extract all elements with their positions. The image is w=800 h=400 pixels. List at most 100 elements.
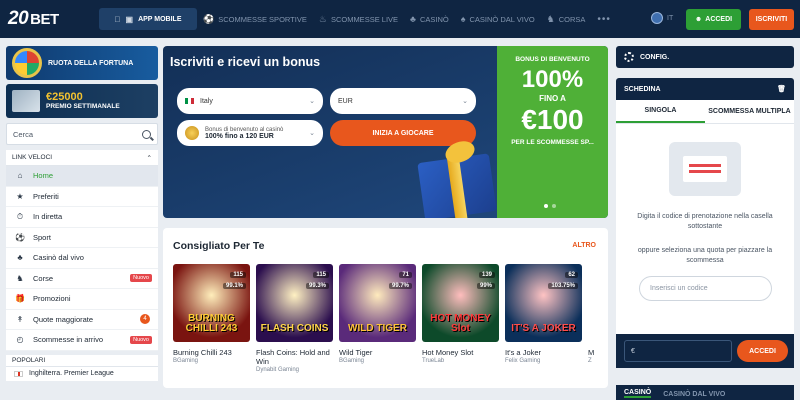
game-provider: BGaming — [173, 358, 199, 364]
rtp-value: 99% — [476, 283, 495, 289]
home-icon: ⌂ — [17, 171, 23, 181]
game-card[interactable]: 62 103.75% IT'S A JOKER It's a Joker Fel… — [505, 264, 582, 373]
sidebar-item-home[interactable]: ⌂ Home — [6, 166, 158, 187]
coin-icon — [185, 126, 199, 140]
game-title: Burning Chilli 243 — [173, 348, 232, 357]
game-card[interactable]: 115 99.1% BURNING CHILLI 243 Burning Chi… — [173, 264, 250, 373]
sidebar-item-favorites[interactable]: ★ Preferiti — [6, 187, 158, 207]
welcome-bonus-panel: BONUS DI BENVENUTO 100% FINO A €100 PER … — [497, 46, 608, 218]
currency-select[interactable]: EUR ⌄ — [330, 88, 476, 114]
game-card[interactable]: 139 99% HOT MONEY Slot Hot Money Slot Tr… — [422, 264, 499, 373]
sidebar-item-sport[interactable]: ⚽ Sport — [6, 228, 158, 248]
nav-live-casino[interactable]: ♠ CASINÒ DAL VIVO — [461, 14, 535, 24]
nav-racing[interactable]: ♞ CORSA — [547, 14, 586, 25]
carousel-dot[interactable] — [552, 204, 556, 208]
count-badge: 4 — [140, 314, 150, 325]
nav-live[interactable]: ♨ SCOMMESSE LIVE — [319, 14, 398, 25]
sidebar-item-label: Scommesse in arrivo — [33, 335, 104, 345]
chevron-up-icon: ⌃ — [146, 154, 152, 162]
banner-title: Iscriviti e ricevi un bonus — [170, 55, 321, 69]
game-art-title: BURNING CHILLI 243 — [185, 313, 238, 334]
game-thumbnail[interactable]: 115 99.3% FLASH COINS — [256, 264, 333, 342]
more-menu-icon[interactable]: ••• — [597, 14, 611, 25]
login-button[interactable]: ☻ ACCEDI — [686, 9, 741, 30]
game-thumbnail[interactable]: 71 99.7% WILD TIGER — [339, 264, 416, 342]
quick-links-title: LINK VELOCI — [12, 154, 53, 161]
weekly-prize-promo[interactable]: €25000 PREMIO SETTIMANALE — [6, 84, 158, 118]
star-icon: ★ — [16, 191, 24, 201]
welcome-bonus-amount: €100 — [521, 104, 584, 135]
stake-bar: € ACCEDI — [616, 334, 794, 368]
england-flag-icon — [14, 370, 23, 377]
game-stats: 71 99.7% — [388, 270, 412, 292]
language-label: IT — [667, 14, 674, 22]
nav-casino[interactable]: ♣ CASINÒ — [410, 14, 449, 24]
bonus-value: 100% fino a 120 EUR — [205, 132, 274, 140]
game-thumbnail[interactable]: 139 99% HOT MONEY Slot — [422, 264, 499, 342]
signup-banner: Iscriviti e ricevi un bonus Italy ⌄ EUR … — [163, 46, 608, 218]
chevron-down-icon: ⌄ — [462, 98, 468, 105]
game-card[interactable]: 115 99.3% FLASH COINS Flash Coins: Hold … — [256, 264, 333, 373]
left-sidebar: RUOTA DELLA FORTUNA €25000 PREMIO SETTIM… — [6, 46, 158, 381]
italy-flag-icon — [185, 98, 194, 104]
tab-single[interactable]: SINGOLA — [616, 100, 705, 123]
betslip-login-button[interactable]: ACCEDI — [737, 340, 788, 362]
logo[interactable]: 20 BET — [8, 8, 59, 30]
apple-icon:  — [115, 15, 121, 24]
sidebar-item-label: Sport — [33, 232, 51, 242]
quick-links-header[interactable]: LINK VELOCI ⌃ — [6, 150, 158, 166]
nav-sports[interactable]: ⚽ SCOMMESSE SPORTIVE — [203, 14, 307, 25]
register-button[interactable]: ISCRIVITI — [749, 9, 794, 30]
popular-header: POPOLARI — [6, 350, 158, 367]
players-count: 62 — [565, 272, 578, 278]
fortune-wheel-icon — [12, 48, 42, 78]
bonus-select[interactable]: Bonus di benvenuto al casinò 100% fino a… — [177, 120, 323, 146]
popular-league-item[interactable]: Inghilterra. Premier League — [6, 366, 158, 381]
sidebar-item-upcoming-bets[interactable]: ◴ Scommesse in arrivo Nuovo — [6, 330, 158, 351]
game-thumbnail[interactable]: 62 103.75% IT'S A JOKER — [505, 264, 582, 342]
game-art-title: WILD TIGER — [348, 323, 407, 334]
settings-bar[interactable]: CONFIG. — [616, 46, 794, 68]
app-mobile-button[interactable]:  ▣ APP MOBILE — [99, 8, 197, 30]
sidebar-item-label: Preferiti — [33, 191, 59, 201]
sidebar-item-boosted-odds[interactable]: ↟ Quote maggiorate 4 — [6, 310, 158, 330]
trash-icon[interactable]: 🗑 — [777, 85, 786, 93]
tab-casino[interactable]: CASINÒ — [624, 389, 652, 398]
welcome-bonus-sub: PER LE SCOMMESSE SP... — [511, 139, 594, 146]
stake-input[interactable]: € — [624, 340, 732, 362]
search-icon — [142, 129, 151, 139]
sidebar-item-racing[interactable]: ♞ Corse Nuovo — [6, 269, 158, 289]
more-link[interactable]: ALTRO — [572, 242, 596, 249]
sidebar-item-live-casino[interactable]: ♣ Casinò dal vivo — [6, 248, 158, 269]
games-row: 115 99.1% BURNING CHILLI 243 Burning Chi… — [173, 264, 665, 373]
card-icon: ♠ — [460, 14, 466, 24]
cherry-icon: ♣ — [410, 14, 416, 24]
wheel-of-fortune-promo[interactable]: RUOTA DELLA FORTUNA — [6, 46, 158, 80]
gear-icon — [624, 52, 634, 62]
playing-card-icon: ♣ — [17, 253, 23, 263]
recommended-title: Consigliato Per Te — [173, 240, 265, 252]
sidebar-item-live[interactable]: ⏱ In diretta — [6, 207, 158, 228]
booking-code-input[interactable]: Inserisci un codice — [639, 276, 772, 301]
carousel-dot[interactable] — [544, 204, 548, 208]
code-placeholder: Inserisci un codice — [650, 285, 708, 292]
language-selector[interactable]: IT — [651, 12, 673, 24]
country-select[interactable]: Italy ⌄ — [177, 88, 323, 114]
game-stats: 115 99.1% — [222, 270, 246, 292]
game-title: Wild Tiger — [339, 348, 373, 357]
horse-icon: ♞ — [16, 273, 24, 283]
top-navbar: 20BET  ▣ APP MOBILE ⚽SCOMMESSE SPORTIVE… — [0, 0, 800, 38]
game-card[interactable]: 71 99.7% WILD TIGER Wild Tiger BGaming — [339, 264, 416, 373]
game-provider: TrueLab — [422, 358, 445, 364]
sidebar-item-label: Quote maggiorate — [33, 314, 94, 324]
nav-live-casino-label: CASINÒ DAL VIVO — [469, 14, 535, 24]
promo1-label: RUOTA DELLA FORTUNA — [48, 59, 134, 67]
tab-multiple[interactable]: SCOMMESSA MULTIPLA — [705, 100, 794, 123]
gift-icon: 🎁 — [15, 294, 25, 304]
sidebar-search-input[interactable]: Cerca — [6, 123, 158, 145]
app-mobile-label: APP MOBILE — [135, 15, 181, 23]
tab-live-casino[interactable]: CASINÒ DAL VIVO — [663, 391, 725, 398]
start-playing-button[interactable]: INIZIA A GIOCARE — [330, 120, 476, 146]
sidebar-item-promotions[interactable]: 🎁 Promozioni — [6, 289, 158, 310]
game-thumbnail[interactable]: 115 99.1% BURNING CHILLI 243 — [173, 264, 250, 342]
